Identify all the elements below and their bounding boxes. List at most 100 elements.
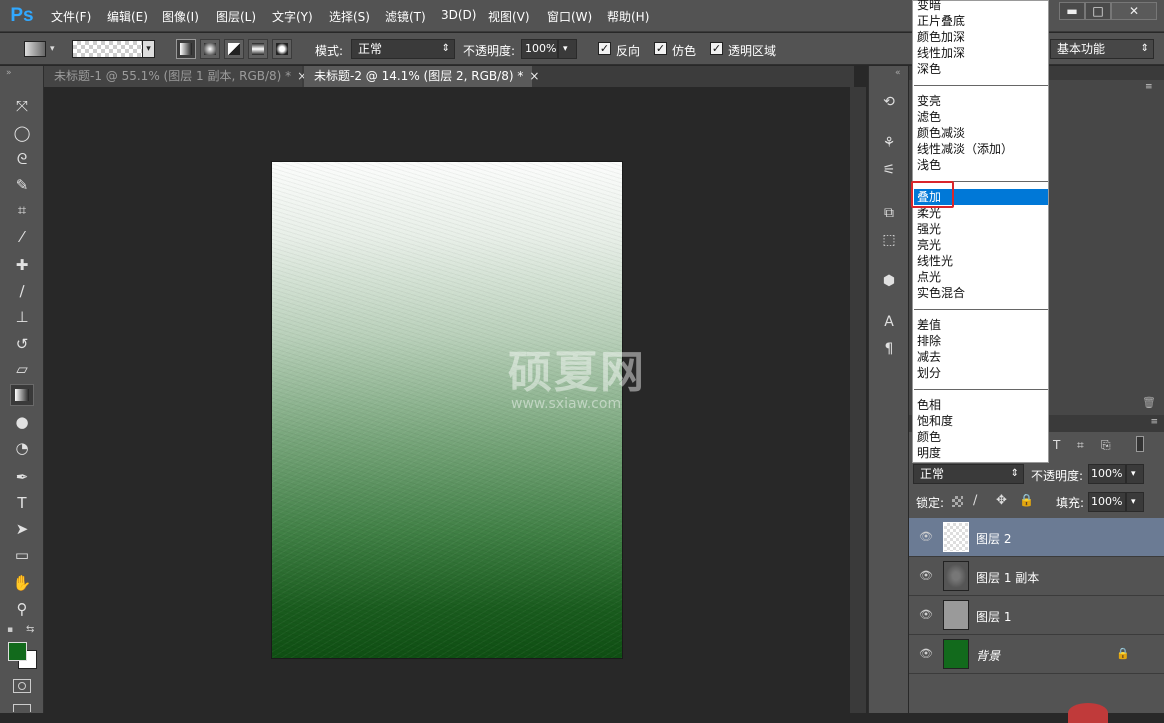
foreground-color-swatch[interactable] <box>8 642 27 661</box>
blend-option[interactable]: 明度 <box>917 445 941 461</box>
workspace-select[interactable]: 基本功能 ⇕ <box>1050 39 1154 59</box>
collapse-arrows-icon[interactable]: « <box>895 68 901 78</box>
dodge-icon[interactable]: ◔ <box>10 437 34 459</box>
menu-filter[interactable]: 滤镜(T) <box>385 8 426 25</box>
clone-source-icon[interactable]: ⧉ <box>878 203 900 223</box>
menu-3d[interactable]: 3D(D) <box>441 8 476 22</box>
history-brush-icon[interactable]: ↺ <box>10 333 34 355</box>
paragraph-icon[interactable]: ¶ <box>878 339 900 359</box>
menu-image[interactable]: 图像(I) <box>162 8 199 25</box>
collapse-arrows-icon[interactable]: » <box>6 68 12 78</box>
clone-stamp-icon[interactable]: ⊥ <box>10 306 34 328</box>
menu-window[interactable]: 窗口(W) <box>547 8 592 25</box>
3d-cube-icon[interactable]: ⬢ <box>878 271 900 291</box>
tab-close-icon[interactable]: × <box>529 69 539 83</box>
vertical-scrollbar[interactable] <box>850 87 866 713</box>
blend-option[interactable]: 划分 <box>917 365 941 381</box>
blend-option[interactable]: 滤色 <box>917 109 941 125</box>
move-icon[interactable]: ⤧ <box>10 95 34 117</box>
lasso-icon[interactable]: ᘓ <box>10 148 34 170</box>
screen-mode-icon[interactable] <box>13 704 31 712</box>
filter-toggle-switch[interactable] <box>1136 436 1144 452</box>
brush-icon[interactable]: ∕ <box>10 280 34 302</box>
layer-name[interactable]: 图层 1 副本 <box>976 569 1039 586</box>
layer-name[interactable]: 图层 2 <box>976 530 1011 547</box>
blend-option[interactable]: 饱和度 <box>917 413 953 429</box>
pen-icon[interactable]: ✒ <box>10 466 34 488</box>
blend-option[interactable]: 点光 <box>917 269 941 285</box>
blend-option[interactable]: 亮光 <box>917 237 941 253</box>
minimize-button[interactable]: ▬ <box>1059 2 1085 20</box>
blur-icon[interactable]: ● <box>10 411 34 433</box>
menu-select[interactable]: 选择(S) <box>329 8 370 25</box>
tool-presets-icon[interactable]: ⬚ <box>878 230 900 250</box>
eye-icon[interactable]: 👁 <box>919 570 933 582</box>
ellipse-marquee-icon[interactable]: ◯ <box>10 122 34 144</box>
history-icon[interactable]: ⟲ <box>878 92 900 112</box>
menu-file[interactable]: 文件(F) <box>51 8 91 25</box>
quick-mask-icon[interactable] <box>13 679 31 693</box>
fill-input[interactable]: 100% <box>1088 492 1126 512</box>
layer-row[interactable]: 👁 图层 2 <box>909 518 1164 557</box>
trash-icon[interactable]: 🗑 <box>1142 396 1156 409</box>
menu-edit[interactable]: 编辑(E) <box>107 8 148 25</box>
blend-option[interactable]: 线性减淡（添加） <box>917 141 1013 157</box>
quick-select-icon[interactable]: ✎ <box>10 174 34 196</box>
type-filter-icon[interactable]: T <box>1053 438 1060 452</box>
tab-untitled-2[interactable]: 未标题-2 @ 14.1% (图层 2, RGB/8) * × <box>304 66 539 87</box>
menu-layer[interactable]: 图层(L) <box>216 8 256 25</box>
dither-checkbox[interactable]: ✓ <box>654 42 667 55</box>
rectangle-icon[interactable]: ▭ <box>10 544 34 566</box>
layer-row[interactable]: 👁 图层 1 <box>909 596 1164 635</box>
layer-row[interactable]: 👁 背景 🔒 <box>909 635 1164 674</box>
maximize-button[interactable]: □ <box>1085 2 1111 20</box>
type-icon[interactable]: T <box>10 492 34 514</box>
lock-all-icon[interactable]: 🔒 <box>1019 493 1034 507</box>
character-icon[interactable]: A <box>878 312 900 332</box>
shape-filter-icon[interactable]: ⌗ <box>1077 438 1084 453</box>
panel-menu-icon[interactable]: ≡ <box>1145 82 1153 92</box>
reverse-checkbox[interactable]: ✓ <box>598 42 611 55</box>
eye-icon[interactable]: 👁 <box>919 648 933 660</box>
opacity-input[interactable]: 100% <box>521 39 558 59</box>
gradient-picker[interactable] <box>72 40 152 58</box>
linear-gradient-button[interactable] <box>176 39 196 59</box>
blend-option[interactable]: 线性加深 <box>917 45 965 61</box>
layer-name[interactable]: 背景 <box>976 647 1000 664</box>
default-colors-icon[interactable]: ▪ <box>7 625 13 635</box>
menu-help[interactable]: 帮助(H) <box>607 8 649 25</box>
transparency-checkbox[interactable]: ✓ <box>710 42 723 55</box>
eyedropper-icon[interactable]: ⁄ <box>10 226 34 248</box>
smart-object-filter-icon[interactable]: ⎘ <box>1101 438 1111 453</box>
layer-row[interactable]: 👁 图层 1 副本 <box>909 557 1164 596</box>
hand-icon[interactable]: ✋ <box>10 572 34 594</box>
blend-option[interactable]: 差值 <box>917 317 941 333</box>
lock-image-icon[interactable]: ∕ <box>973 493 977 508</box>
blend-option[interactable]: 排除 <box>917 333 941 349</box>
eye-icon[interactable]: 👁 <box>919 531 933 543</box>
gradient-icon[interactable] <box>10 384 34 406</box>
crop-icon[interactable]: ⌗ <box>10 199 34 221</box>
layer-blend-mode-select[interactable]: 正常 ⇕ <box>913 464 1024 484</box>
blend-option[interactable]: 正片叠底 <box>917 13 965 29</box>
eye-icon[interactable]: 👁 <box>919 609 933 621</box>
healing-brush-icon[interactable]: ✚ <box>10 254 34 276</box>
layer-opacity-dropdown-icon[interactable]: ▾ <box>1126 464 1144 484</box>
angle-gradient-button[interactable] <box>224 39 244 59</box>
blend-option[interactable]: 色相 <box>917 397 941 413</box>
brush-settings-icon[interactable]: ⚟ <box>878 160 900 180</box>
blend-option[interactable]: 颜色减淡 <box>917 125 965 141</box>
chevron-down-icon[interactable]: ▾ <box>50 44 55 54</box>
blend-option[interactable]: 强光 <box>917 221 941 237</box>
gradient-dropdown-arrow-icon[interactable]: ▾ <box>142 40 155 58</box>
blend-option[interactable]: 深色 <box>917 61 941 77</box>
swap-colors-icon[interactable]: ⇆ <box>26 624 34 635</box>
diamond-gradient-button[interactable] <box>272 39 292 59</box>
mode-select[interactable]: 正常 ⇕ <box>351 39 455 59</box>
layer-name[interactable]: 图层 1 <box>976 608 1011 625</box>
brush-presets-icon[interactable]: ⚘ <box>878 133 900 153</box>
zoom-icon[interactable]: ⚲ <box>10 598 34 620</box>
tab-untitled-1[interactable]: 未标题-1 @ 55.1% (图层 1 副本, RGB/8) * × <box>44 66 307 87</box>
panel-menu-icon[interactable]: ≡ <box>1150 417 1158 427</box>
fill-dropdown-icon[interactable]: ▾ <box>1126 492 1144 512</box>
